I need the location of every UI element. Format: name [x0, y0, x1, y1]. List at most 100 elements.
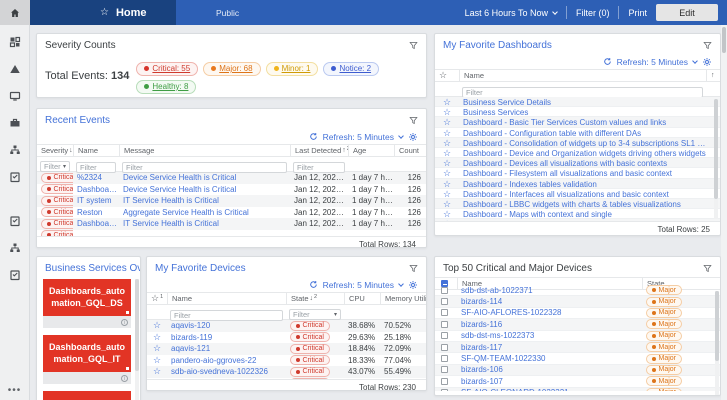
device-name[interactable]: bizards-117 — [457, 343, 642, 352]
settings-gear-icon[interactable] — [408, 132, 418, 142]
print-button[interactable]: Print — [628, 8, 647, 18]
business-services-icon[interactable] — [9, 117, 21, 129]
service-health-tile[interactable]: Dashboards_automation_GQL_DS — [43, 279, 131, 316]
chevron-down-icon[interactable] — [398, 281, 404, 287]
dashboard-row[interactable]: ☆Business Services — [435, 107, 720, 117]
network-icon[interactable] — [9, 242, 21, 254]
refresh-label[interactable]: Refresh: 5 Minutes — [323, 280, 394, 290]
row-checkbox[interactable] — [441, 332, 448, 339]
refresh-label[interactable]: Refresh: 5 Minutes — [323, 132, 394, 142]
column-header-severity[interactable]: Severity↓1 — [37, 145, 73, 156]
dashboard-link[interactable]: Dashboard - Indexes tables validation — [459, 180, 706, 189]
device-name[interactable]: SF-AIO-AFLORES-1022328 — [457, 308, 642, 317]
service-health-tile[interactable] — [43, 391, 131, 400]
chevron-down-icon[interactable] — [398, 133, 404, 139]
dashboard-row[interactable]: ☆Dashboard - LBBC widgets with charts & … — [435, 199, 720, 209]
device-row[interactable]: SF-AIO-CLEONARD-1022321Major — [435, 388, 720, 391]
event-message[interactable]: Aggregate Service Health is Critical — [119, 208, 290, 217]
dashboard-row[interactable]: ☆Dashboard - Indexes tables validation — [435, 179, 720, 189]
device-row[interactable]: bizards-117Major — [435, 342, 720, 353]
tasks-icon[interactable] — [9, 171, 21, 183]
info-icon[interactable]: i — [121, 375, 128, 382]
dashboard-link[interactable]: Dashboard - Interfaces all visualization… — [459, 190, 706, 199]
filter-funnel-icon[interactable] — [409, 264, 418, 273]
column-header-state[interactable]: State↓2 — [286, 293, 344, 304]
dashboard-row[interactable]: ☆Dashboard - Maps with context and singl… — [435, 209, 720, 219]
panel-scrollbar[interactable] — [135, 279, 139, 400]
panel-title[interactable]: My Favorite Dashboards — [443, 40, 552, 51]
row-checkbox[interactable] — [441, 355, 448, 362]
dashboard-link[interactable]: Dashboard - Configuration table with dif… — [459, 129, 706, 138]
row-checkbox[interactable] — [441, 366, 448, 373]
business-service-tile[interactable]: i — [43, 391, 131, 400]
device-row[interactable]: ☆aqavis-121Critical18.84%72.09% — [147, 343, 426, 355]
dashboard-link[interactable]: Business Service Details — [459, 98, 706, 107]
dashboard-link[interactable]: Dashboard - Devices all visualizations w… — [459, 159, 706, 168]
event-message[interactable]: IT Service Health is Critical — [119, 219, 290, 228]
device-name[interactable]: sdb-dst-ab-1022371 — [457, 286, 642, 295]
dashboard-link[interactable]: Dashboard - LBBC widgets with charts & t… — [459, 200, 706, 209]
device-row[interactable]: ☆bizards-119Critical29.63%25.18% — [147, 332, 426, 344]
device-name[interactable]: bizards-114 — [457, 297, 642, 306]
row-checkbox[interactable] — [441, 378, 448, 385]
severity-filter-select[interactable]: Filter▾ — [40, 161, 70, 172]
automation-icon[interactable] — [9, 215, 21, 227]
column-header-cpu[interactable]: CPU — [344, 293, 380, 304]
severity-pill[interactable]: Major: 68 — [203, 62, 260, 76]
device-row[interactable]: ☆aqavis-120Critical38.68%70.52% — [147, 320, 426, 332]
column-header-name[interactable]: Name — [73, 145, 119, 156]
dashboard-link[interactable]: Dashboard - Basic Tier Services Custom v… — [459, 118, 706, 127]
favorite-star-icon[interactable]: ☆ — [147, 366, 167, 377]
state-filter-select[interactable]: Filter▾ — [289, 309, 341, 320]
severity-pill[interactable]: Notice: 2 — [323, 62, 379, 76]
dashboard-row[interactable]: ☆Dashboard - Interfaces all visualizatio… — [435, 189, 720, 199]
info-icon[interactable]: i — [121, 319, 128, 326]
device-row[interactable]: bizards-116Major — [435, 319, 720, 330]
severity-pill[interactable]: Minor: 1 — [266, 62, 319, 76]
filter-funnel-icon[interactable] — [703, 41, 712, 50]
dashboard-link[interactable]: Dashboard - Maps with context and single — [459, 210, 706, 219]
events-icon[interactable] — [9, 63, 21, 75]
panel-title[interactable]: My Favorite Devices — [155, 263, 246, 274]
dashboard-row[interactable]: ☆Dashboard - Configuration table with di… — [435, 128, 720, 138]
event-row[interactable]: CriticalDashboards_automatDevice Service… — [37, 184, 426, 196]
device-row[interactable]: ☆sdb-aio-svedneva-1022326Critical43.07%5… — [147, 366, 426, 378]
favorite-star-icon[interactable]: ☆ — [147, 378, 167, 379]
business-service-tile[interactable]: Dashboards_automation_GQL_DSi — [43, 279, 131, 328]
refresh-icon[interactable] — [309, 132, 318, 141]
device-row[interactable]: sdb-dst-ms-1022373Major — [435, 331, 720, 342]
device-row[interactable]: ☆pandero-aio-ggroves-22Critical18.33%77.… — [147, 355, 426, 367]
device-name[interactable]: sdb-dst-ms-1022373 — [457, 331, 642, 340]
row-checkbox[interactable] — [441, 389, 448, 391]
panel-scrollbar[interactable] — [715, 291, 719, 395]
dashboard-link[interactable]: Dashboard - Device and Organization widg… — [459, 149, 706, 158]
name-filter-input[interactable] — [170, 310, 283, 321]
dashboard-row[interactable]: ☆Dashboard - Device and Organization wid… — [435, 148, 720, 158]
device-name[interactable]: bizards-107 — [457, 377, 642, 386]
event-name[interactable]: Reston — [73, 208, 119, 217]
sort-asc-icon[interactable]: ↑ — [706, 70, 720, 81]
refresh-icon[interactable] — [309, 280, 318, 289]
event-row[interactable]: CriticalDashboards_automatIT Service Hea… — [37, 218, 426, 230]
devices-icon[interactable] — [9, 90, 21, 102]
message-filter-input[interactable] — [122, 162, 287, 173]
device-row[interactable]: bizards-106Major — [435, 365, 720, 376]
device-name[interactable]: SF-AIO-CLEONARD-1022321 — [457, 388, 642, 391]
device-name[interactable]: sdb-aio-svedneva-1022326 — [167, 367, 286, 376]
column-header-message[interactable]: Message — [119, 145, 290, 156]
event-name[interactable]: %2324 — [73, 173, 119, 182]
column-header-name[interactable]: Name — [459, 70, 706, 81]
row-checkbox[interactable] — [441, 287, 448, 294]
row-checkbox[interactable] — [441, 344, 448, 351]
favorite-star-icon[interactable]: ☆ — [147, 343, 167, 354]
dashboard-row[interactable]: ☆Dashboard - Network Services with basic… — [435, 219, 720, 221]
time-range-selector[interactable]: Last 6 Hours To Now — [465, 8, 557, 18]
more-menu-icon[interactable]: ••• — [8, 385, 22, 396]
event-message[interactable]: IT Service Health is Critical — [119, 196, 290, 205]
severity-pill[interactable]: Healthy: 8 — [136, 80, 196, 94]
dashboard-row[interactable]: ☆Dashboard - Consolidation of widgets up… — [435, 138, 720, 148]
dashboard-row[interactable]: ☆Dashboard - Basic Tier Services Custom … — [435, 117, 720, 127]
refresh-label[interactable]: Refresh: 5 Minutes — [617, 57, 688, 67]
maps-icon[interactable] — [9, 144, 21, 156]
dashboard-row[interactable]: ☆Dashboard - Filesystem all visualizatio… — [435, 168, 720, 178]
